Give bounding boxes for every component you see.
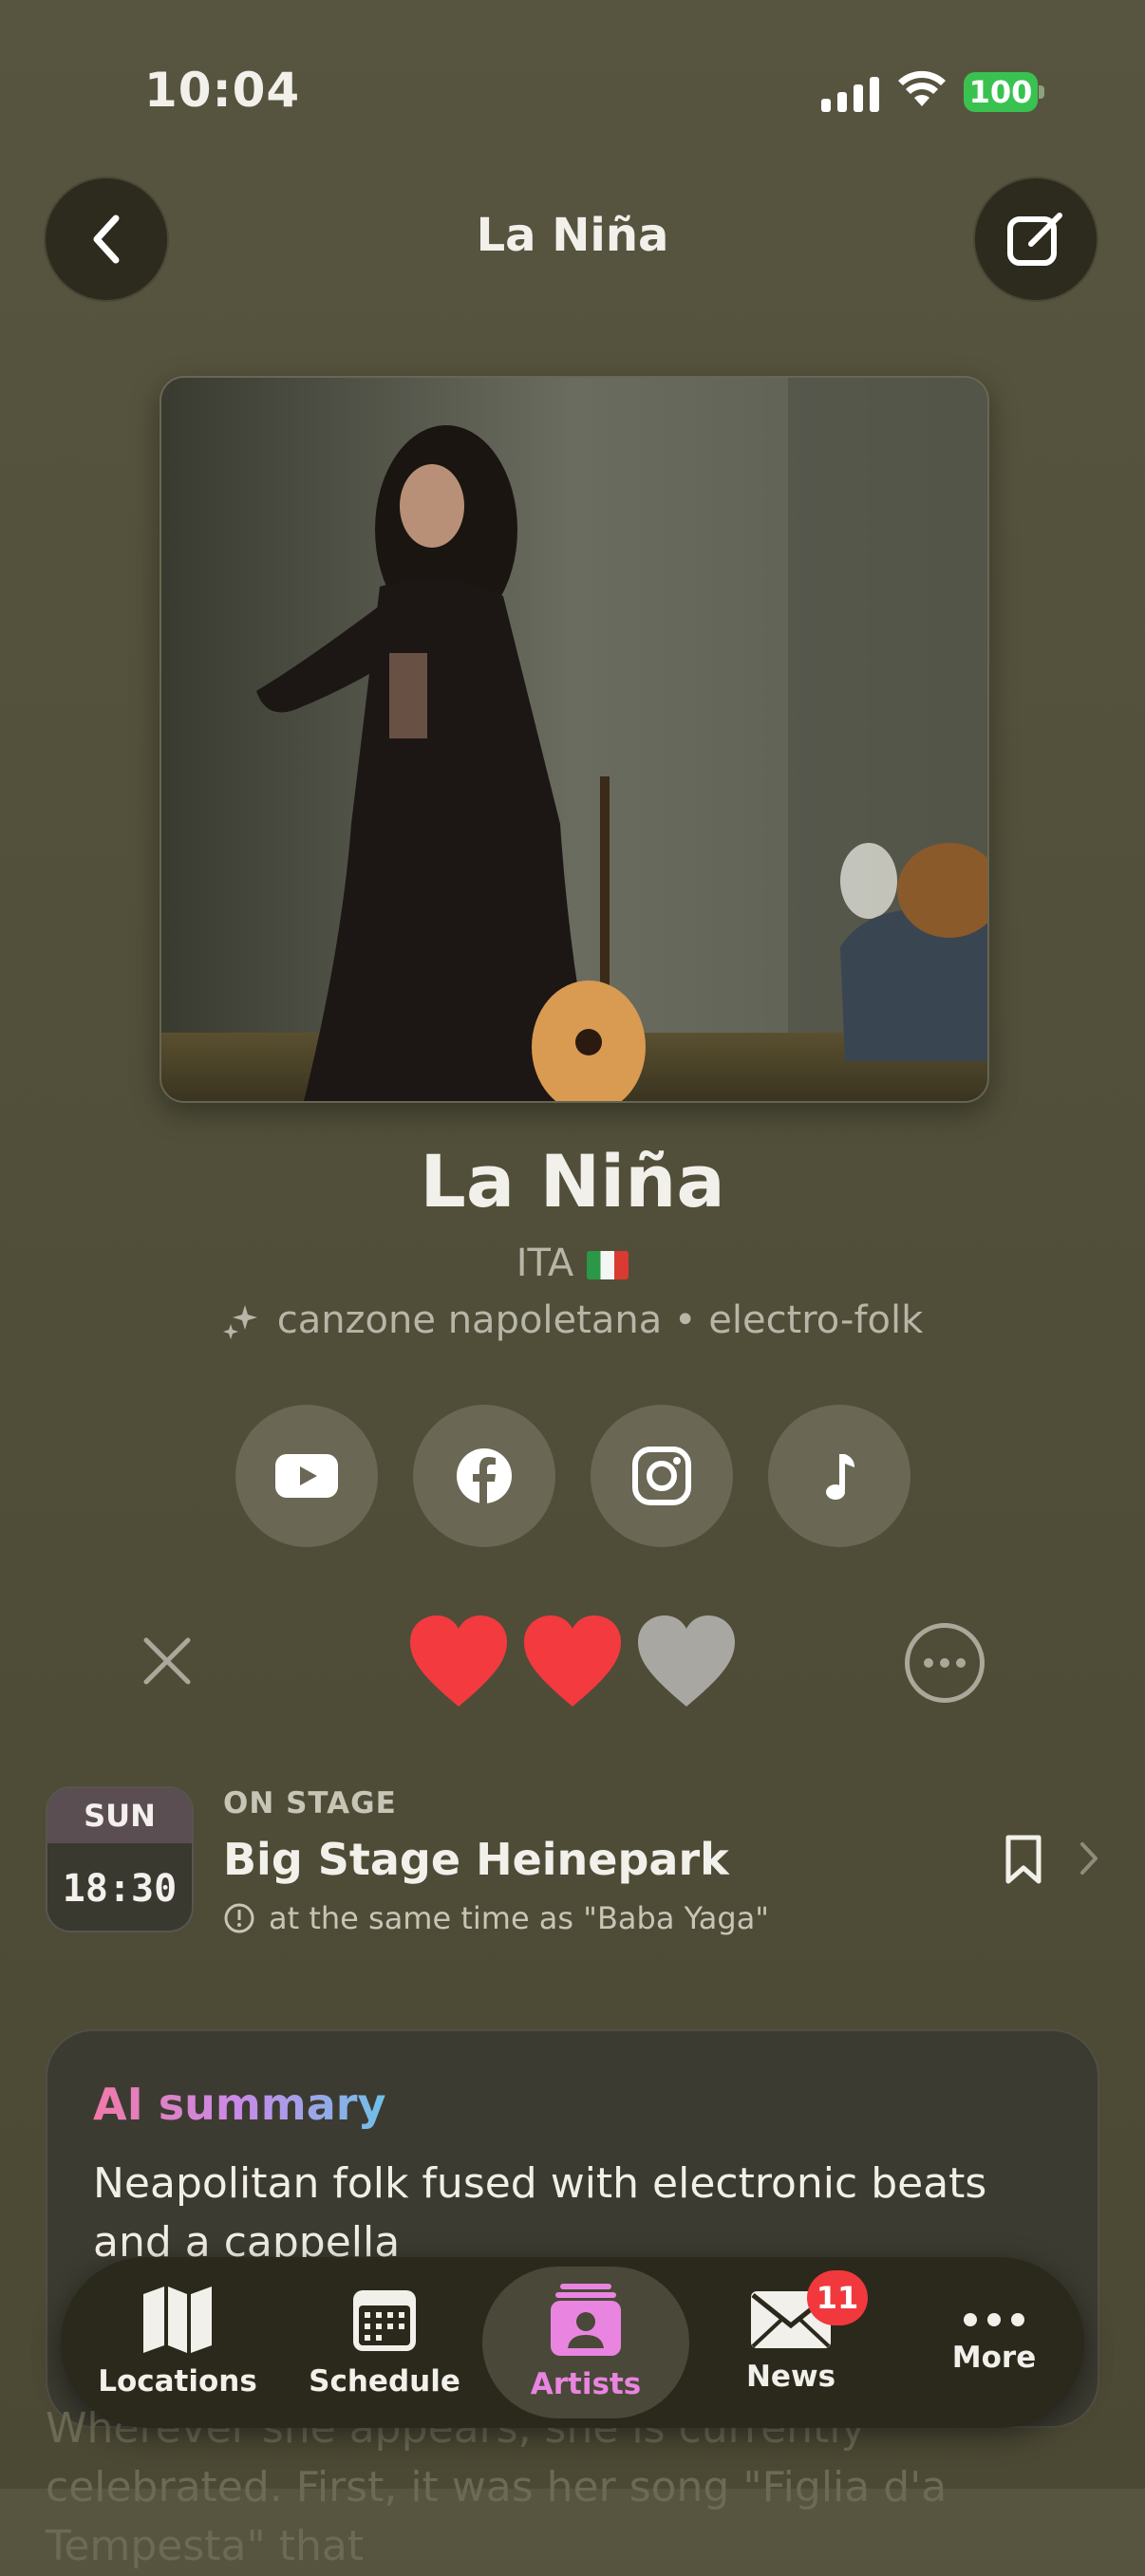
instagram-button[interactable] [591,1405,733,1547]
heart-empty-icon[interactable] [636,1614,737,1708]
wifi-icon [898,70,946,106]
music-button[interactable] [768,1405,910,1547]
news-badge: 11 [807,2270,868,2325]
dismiss-icon[interactable] [142,1636,192,1686]
chevron-right-icon [1080,1842,1098,1875]
tab-locations[interactable]: Locations [74,2267,281,2418]
artist-genres: canzone napoletana • electro-folk [0,1298,1145,1342]
artist-name: La Niña [420,1139,725,1223]
facebook-icon [457,1448,512,1504]
cellular-signal-icon [821,74,879,112]
tab-label: Locations [98,2364,257,2399]
tab-schedule[interactable]: Schedule [281,2267,488,2418]
tab-label: More [951,2341,1037,2375]
conflict-text: at the same time as "Baba Yaga" [269,1900,770,1936]
on-stage-label: ON STAGE [223,1786,397,1820]
youtube-button[interactable] [235,1405,378,1547]
bookmark-icon[interactable] [1004,1834,1042,1885]
map-icon [143,2287,212,2353]
tab-label: Schedule [309,2364,460,2399]
day-label: SUN [47,1788,192,1843]
tab-bar: Locations Schedule Artists News More 11 [61,2257,1084,2428]
more-options-button[interactable] [905,1623,985,1703]
country-code: ITA [516,1241,574,1285]
battery-indicator: 100 [964,72,1038,112]
instagram-icon [632,1447,691,1505]
heart-icon[interactable] [408,1614,509,1708]
page-title: La Niña [476,209,669,262]
music-note-icon [826,1454,854,1500]
ai-summary-title: AI summary [93,2079,386,2130]
italy-flag-icon [587,1251,629,1279]
heart-rating [408,1614,737,1708]
tab-label: News [745,2360,836,2394]
tab-more[interactable]: More [891,2267,1098,2418]
info-icon [224,1903,254,1933]
performance-row[interactable]: SUN 18:30 ON STAGE Big Stage Heinepark a… [0,1783,1145,1936]
more-dot [940,1658,949,1668]
edit-icon [1007,213,1062,266]
artist-country: ITA [0,1241,1145,1285]
genre-list: canzone napoletana • electro-folk [276,1298,924,1342]
calendar-icon [353,2290,416,2351]
edit-button[interactable] [975,178,1097,300]
tab-label: Artists [530,2367,642,2401]
performance-time: 18:30 [62,1867,178,1911]
tab-artists[interactable]: Artists [482,2267,689,2418]
social-links [235,1405,910,1547]
stage-name: Big Stage Heinepark [223,1834,729,1885]
rating-row [0,1614,1145,1708]
sparkle-icon [222,1305,257,1339]
status-bar: 10:04 100 [0,0,1145,142]
battery-tip [1039,85,1044,99]
more-dot [956,1658,966,1668]
date-badge: SUN 18:30 [46,1786,194,1932]
artist-photo [160,376,989,1103]
ai-summary-text: Neapolitan folk fused with electronic be… [93,2159,987,2267]
artist-icon [551,2284,621,2356]
youtube-icon [275,1454,338,1498]
heart-icon[interactable] [522,1614,623,1708]
conflict-warning: at the same time as "Baba Yaga" [223,1900,769,1936]
facebook-button[interactable] [413,1405,555,1547]
more-dot [924,1658,933,1668]
status-time: 10:04 [144,63,301,118]
more-icon [964,2313,1024,2326]
